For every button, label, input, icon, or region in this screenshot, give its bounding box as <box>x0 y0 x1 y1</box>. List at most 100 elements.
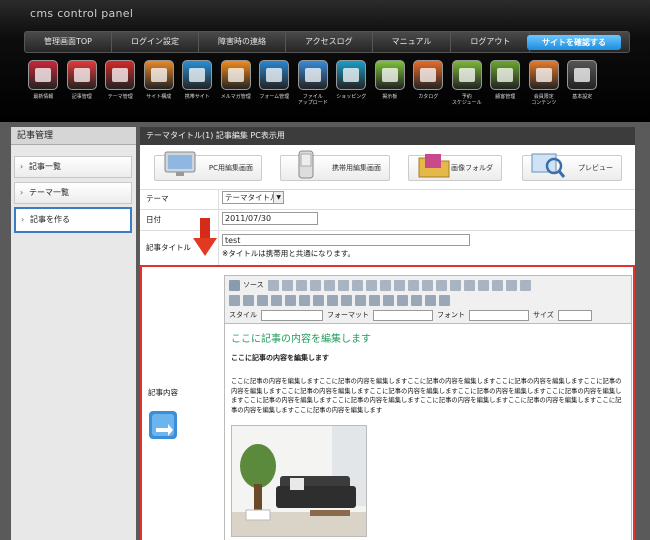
pc-edit-mode-button[interactable]: PC用編集画面 <box>154 151 262 181</box>
align-left-icon[interactable] <box>229 294 240 306</box>
strike-icon[interactable] <box>421 279 433 291</box>
paste-icon[interactable] <box>281 279 293 291</box>
mobile-edit-mode-button[interactable]: 携帯用編集画面 <box>280 150 390 181</box>
style-label: スタイル <box>229 311 257 319</box>
module-theme-list[interactable]: テーマ管理 <box>101 60 140 110</box>
copy-icon[interactable] <box>267 279 279 291</box>
article-body-label: 記事内容 <box>148 388 178 397</box>
link-icon[interactable] <box>285 294 296 306</box>
title-hint: ※タイトルは携帯用と共通になります。 <box>222 249 356 258</box>
undo-icon[interactable] <box>295 279 307 291</box>
article-title-input[interactable]: test <box>222 234 470 246</box>
ordered-list-icon[interactable] <box>463 279 475 291</box>
module-customer[interactable]: 顧客管理 <box>486 60 525 110</box>
module-label: 会員限定 コンテンツ <box>531 94 557 106</box>
module-label: 顧客管理 <box>495 94 516 100</box>
text-color-icon[interactable] <box>425 294 436 306</box>
module-member-content[interactable]: 会員限定 コンテンツ <box>525 60 564 110</box>
row-divider <box>140 209 635 210</box>
main-area: 記事管理 記事一覧 テーマ一覧 記事を作る テーマタイトル(1) 記事編集 PC… <box>0 122 650 540</box>
unlink-icon[interactable] <box>299 294 310 306</box>
insert-content-icon[interactable] <box>148 410 178 440</box>
news-icon <box>28 60 59 90</box>
preview-button[interactable]: プレビュー <box>522 153 622 181</box>
module-shopping[interactable]: ショッピング <box>332 60 371 110</box>
module-label: ショッピング <box>336 94 367 100</box>
table-insert-icon[interactable] <box>355 294 366 306</box>
rich-text-editor[interactable]: ソース スタイル フォーマット フォント サイズ ここに記事の内容を編集します … <box>224 275 632 540</box>
style-select[interactable] <box>261 309 323 321</box>
page-break-icon[interactable] <box>411 294 422 306</box>
underline-icon[interactable] <box>407 279 419 291</box>
module-mail-magazine[interactable]: メルマガ管理 <box>217 60 256 110</box>
redo-icon[interactable] <box>309 279 321 291</box>
editor-document[interactable]: ここに記事の内容を編集します ここに記事の内容を編集します ここに記事の内容を編… <box>225 324 631 540</box>
nav-manual[interactable]: マニュアル <box>373 31 452 53</box>
bullet-list-icon[interactable] <box>477 279 489 291</box>
image-icon[interactable] <box>327 294 338 306</box>
article-body-section: 記事内容 ソース スタイル フォーマット フォント サイズ ここに記事の内容を編… <box>140 265 635 540</box>
nav-admin-top[interactable]: 管理画面TOP <box>25 31 113 53</box>
customer-icon <box>490 60 521 90</box>
editor-toolbar: ソース スタイル フォーマット フォント サイズ <box>225 276 631 324</box>
align-center-icon[interactable] <box>243 294 254 306</box>
italic-icon[interactable] <box>393 279 405 291</box>
reservation-icon <box>451 60 482 90</box>
indent-icon[interactable] <box>505 279 517 291</box>
content-panel: テーマタイトル(1) 記事編集 PC表示用 PC用編集画面 携帯用編集画面 画像… <box>140 127 635 540</box>
module-label: テーマ管理 <box>107 94 133 100</box>
module-article[interactable]: 記事管理 <box>63 60 102 110</box>
module-reservation[interactable]: 予約 スケジュール <box>448 60 487 110</box>
align-right-icon[interactable] <box>257 294 268 306</box>
module-catalog[interactable]: カタログ <box>409 60 448 110</box>
module-news[interactable]: 最新情報 <box>24 60 63 110</box>
format-label: フォーマット <box>327 311 369 319</box>
format-select[interactable] <box>373 309 433 321</box>
font-select[interactable] <box>469 309 529 321</box>
size-label: サイズ <box>533 311 554 319</box>
red-down-arrow-icon <box>193 218 217 256</box>
theme-select[interactable]: テーマタイトル(1) ▼ <box>222 191 284 204</box>
sidebar-item-create-article[interactable]: 記事を作る <box>14 207 132 233</box>
top-navigation: 管理画面TOP ログイン設定 障害時の連絡 アクセスログ マニュアル ログアウト… <box>24 31 630 53</box>
nav-failure-contact[interactable]: 障害時の連絡 <box>199 31 287 53</box>
flash-icon[interactable] <box>341 294 352 306</box>
special-char-icon[interactable] <box>397 294 408 306</box>
module-bbs[interactable]: 掲示板 <box>371 60 410 110</box>
eraser-icon[interactable] <box>365 279 377 291</box>
source-button[interactable]: ソース <box>243 280 264 290</box>
superscript-icon[interactable] <box>449 279 461 291</box>
table-icon[interactable] <box>351 279 363 291</box>
module-file-upload[interactable]: ファイル アップロード <box>294 60 333 110</box>
replace-icon[interactable] <box>337 279 349 291</box>
hr-icon[interactable] <box>369 294 380 306</box>
nav-login-settings[interactable]: ログイン設定 <box>112 31 200 53</box>
nav-access-log[interactable]: アクセスログ <box>286 31 373 53</box>
view-site-button[interactable]: サイトを確認する <box>527 35 621 50</box>
sidebar-item-article-list[interactable]: 記事一覧 <box>14 156 132 178</box>
module-label: 携帯サイト <box>184 94 210 100</box>
size-select[interactable] <box>557 309 592 321</box>
module-settings[interactable]: 基本設定 <box>563 60 602 110</box>
find-icon[interactable] <box>323 279 335 291</box>
room-photo-image[interactable] <box>231 425 367 537</box>
nav-logout[interactable]: ログアウト <box>451 31 531 53</box>
image-folder-button[interactable]: 画像フォルダ <box>408 154 502 181</box>
anchor-icon[interactable] <box>313 294 324 306</box>
subscript-icon[interactable] <box>435 279 447 291</box>
member-content-icon <box>528 60 559 90</box>
mobile-site-icon <box>182 60 213 90</box>
module-form[interactable]: フォーム管理 <box>255 60 294 110</box>
sidebar-item-theme-list[interactable]: テーマ一覧 <box>14 182 132 204</box>
justify-icon[interactable] <box>271 294 282 306</box>
module-mobile-site[interactable]: 携帯サイト <box>178 60 217 110</box>
bg-color-icon[interactable] <box>439 294 450 306</box>
blockquote-icon[interactable] <box>519 279 531 291</box>
module-site-structure[interactable]: サイト構成 <box>140 60 179 110</box>
outdent-icon[interactable] <box>491 279 503 291</box>
toolbar-row-2 <box>229 293 453 307</box>
date-input[interactable]: 2011/07/30 <box>222 212 318 225</box>
bold-icon[interactable] <box>379 279 391 291</box>
settings-icon <box>567 60 598 90</box>
smiley-icon[interactable] <box>383 294 394 306</box>
